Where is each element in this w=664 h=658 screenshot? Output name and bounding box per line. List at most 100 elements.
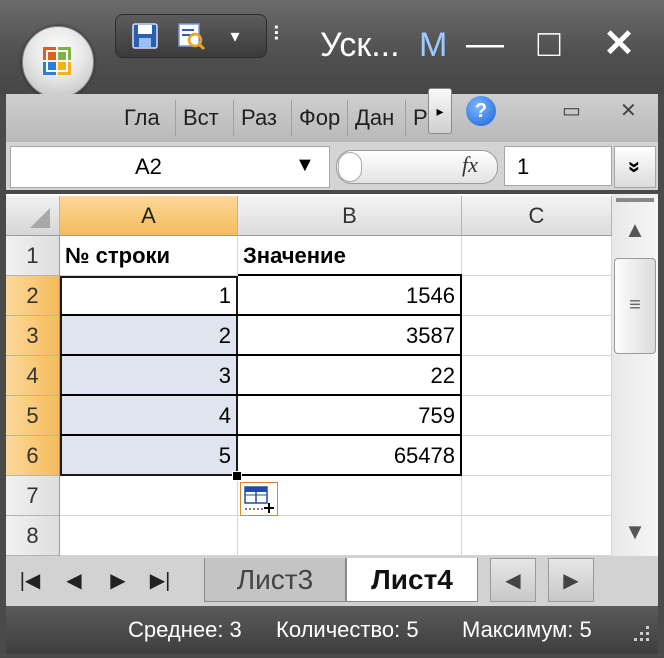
minimize-icon: — — [466, 23, 504, 65]
split-box[interactable] — [616, 198, 654, 202]
cell-b2[interactable]: 1546 — [238, 276, 462, 316]
print-preview-button[interactable] — [176, 21, 206, 51]
tab-formulas[interactable]: Фор — [299, 94, 341, 142]
cell-b1[interactable]: Значение — [238, 236, 462, 276]
name-box-value: A2 — [135, 154, 162, 179]
first-sheet-button[interactable]: |◀ — [12, 562, 48, 600]
row-header-4[interactable]: 4 — [6, 356, 60, 396]
cell-c8[interactable] — [462, 516, 612, 556]
row-header-6[interactable]: 6 — [6, 436, 60, 476]
formula-bar-handle-icon[interactable] — [338, 152, 362, 182]
table-border-line — [238, 314, 462, 316]
column-header-c[interactable]: C — [462, 196, 612, 236]
table-border-line — [238, 274, 462, 276]
close-icon: ✕ — [620, 100, 637, 122]
cell-c3[interactable] — [462, 316, 612, 356]
column-header-b[interactable]: B — [238, 196, 462, 236]
arrow-up-icon: ▲ — [624, 217, 646, 242]
qat-customize-button[interactable]: ▾ — [220, 21, 250, 51]
maximize-button[interactable]: □ — [526, 22, 572, 66]
row-header-2[interactable]: 2 — [6, 276, 60, 316]
scroll-thumb[interactable]: ≡ — [614, 258, 656, 354]
row-header-1[interactable]: 1 — [6, 236, 60, 276]
cell-b5[interactable]: 759 — [238, 396, 462, 436]
formula-input[interactable]: 1 — [504, 146, 612, 186]
restore-icon: ▭ — [562, 100, 581, 122]
cell-c2[interactable] — [462, 276, 612, 316]
cell-c1[interactable] — [462, 236, 612, 276]
name-box-dropdown-icon[interactable]: ▼ — [295, 154, 315, 177]
row-header-5[interactable]: 5 — [6, 396, 60, 436]
save-icon — [132, 23, 158, 49]
chevron-double-down-icon: » — [623, 160, 648, 174]
tab-separator — [291, 100, 292, 136]
chevron-down-icon: ▾ — [230, 26, 240, 46]
cell-c7[interactable] — [462, 476, 612, 516]
window-title-text: Уск... — [320, 26, 400, 64]
row-header-7[interactable]: 7 — [6, 476, 60, 516]
sheet-tab-list3[interactable]: Лист3 — [204, 558, 346, 602]
cell-a7[interactable] — [60, 476, 238, 516]
expand-formula-bar-button[interactable]: » — [614, 146, 656, 188]
arrow-left-icon: ◀ — [505, 570, 521, 592]
scroll-up-button[interactable]: ▲ — [614, 210, 656, 250]
tab-insert[interactable]: Вст — [183, 94, 229, 142]
sheet-tab-list4[interactable]: Лист4 — [346, 558, 478, 602]
table-border-line — [238, 474, 462, 476]
ribbon-scroll-right-button[interactable]: ▸ — [428, 88, 452, 134]
cell-b8[interactable] — [238, 516, 462, 556]
save-button[interactable] — [130, 21, 160, 51]
last-sheet-button[interactable]: ▶| — [142, 562, 178, 600]
auto-fill-options-button[interactable] — [240, 482, 278, 516]
cell-a8[interactable] — [60, 516, 238, 556]
cell-c5[interactable] — [462, 396, 612, 436]
cell-b6[interactable]: 65478 — [238, 436, 462, 476]
status-average: Среднее: 3 — [128, 617, 242, 642]
tab-home[interactable]: Гла — [124, 94, 170, 142]
name-box[interactable]: A2 ▼ — [10, 146, 330, 188]
cell-c4[interactable] — [462, 356, 612, 396]
cell-b4[interactable]: 22 — [238, 356, 462, 396]
table-border-line — [60, 354, 238, 356]
cell-a1[interactable]: № строки — [60, 236, 238, 276]
help-icon: ? — [474, 100, 488, 122]
prev-sheet-button[interactable]: ◀ — [56, 562, 92, 600]
doc-close-button[interactable]: ✕ — [620, 98, 637, 123]
tab-separator — [175, 100, 176, 136]
next-sheet-button[interactable]: ▶ — [100, 562, 136, 600]
hscroll-left-button[interactable]: ◀ — [490, 558, 536, 602]
insert-function-button[interactable]: fx — [462, 152, 478, 178]
qat-overflow-icon[interactable]: ⠇ — [272, 22, 287, 47]
close-button[interactable]: ✕ — [596, 22, 642, 66]
table-border-line — [60, 314, 238, 316]
auto-fill-options-icon — [244, 486, 274, 513]
hscroll-right-button[interactable]: ▶ — [548, 558, 594, 602]
tab-review[interactable]: Р — [413, 94, 429, 142]
scroll-down-button[interactable]: ▼ — [614, 512, 656, 552]
office-button[interactable] — [22, 26, 94, 98]
help-button[interactable]: ? — [466, 96, 496, 126]
tab-page-layout[interactable]: Раз — [241, 94, 287, 142]
row-header-3[interactable]: 3 — [6, 316, 60, 356]
table-border-line — [238, 394, 462, 396]
grip-icon: ≡ — [629, 294, 641, 316]
row-header-8[interactable]: 8 — [6, 516, 60, 556]
minimize-button[interactable]: — — [462, 22, 508, 66]
cell-b3[interactable]: 3587 — [238, 316, 462, 356]
column-header-a[interactable]: A — [60, 196, 238, 236]
fill-handle[interactable] — [232, 471, 242, 481]
resize-grip-icon[interactable] — [628, 620, 652, 644]
close-icon: ✕ — [603, 23, 635, 65]
maximize-icon: □ — [537, 23, 561, 65]
chevron-right-icon: ▸ — [436, 103, 444, 119]
select-all-button[interactable] — [6, 196, 60, 236]
resize-grip-dots — [634, 626, 649, 641]
tab-separator — [233, 100, 234, 136]
tab-separator — [405, 100, 406, 136]
tab-data[interactable]: Дан — [355, 94, 399, 142]
doc-restore-button[interactable]: ▭ — [562, 98, 581, 123]
cell-c6[interactable] — [462, 436, 612, 476]
arrow-right-icon: ▶ — [563, 570, 579, 592]
status-maximum: Максимум: 5 — [462, 617, 592, 642]
office-logo-icon — [43, 47, 71, 75]
